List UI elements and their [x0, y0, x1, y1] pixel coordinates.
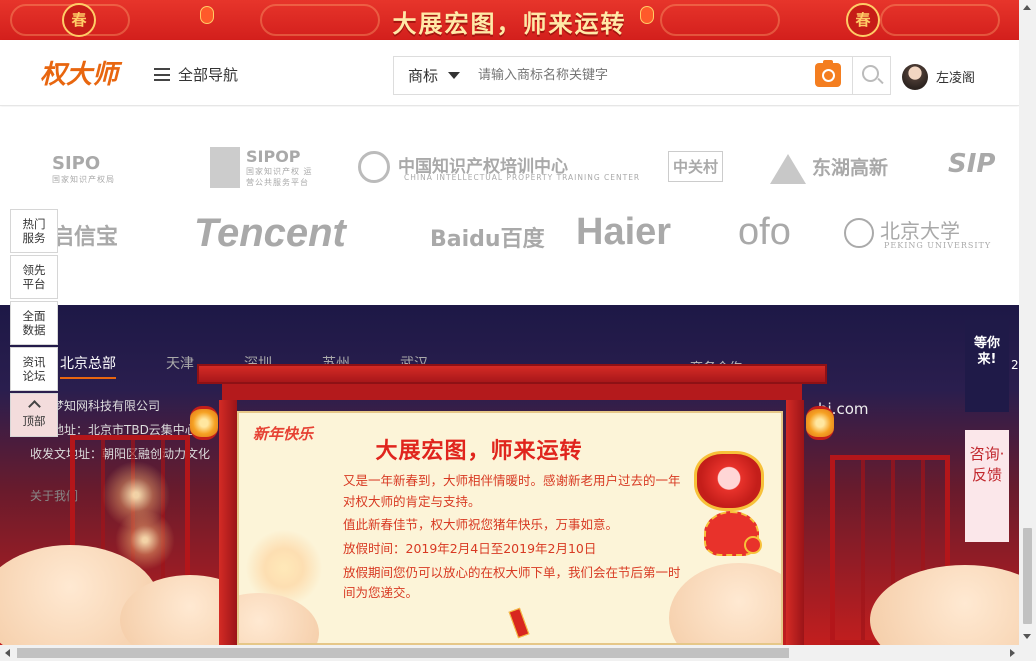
- popup-pillar-decoration: [219, 400, 237, 645]
- new-year-popup: 新年快乐 大展宏图，师来运转 又是一年新春到，大师相伴情暖时。感谢新老用户过去的…: [237, 411, 783, 645]
- banner-title: 大展宏图，师来运转: [392, 10, 627, 38]
- sidebar-item-full-data[interactable]: 全面数据: [10, 301, 58, 345]
- menu-icon: [154, 68, 170, 81]
- username[interactable]: 左凌阁: [936, 67, 975, 86]
- cloud-decoration: [669, 563, 781, 643]
- partner-logo[interactable]: SIPOP 国家知识产权 运营公共服务平台: [210, 147, 316, 188]
- popup-paragraph: 又是一年新春到，大师相伴情暖时。感谢新老用户过去的一年对权大师的肯定与支持。: [343, 473, 681, 509]
- chevron-up-icon: [27, 400, 41, 413]
- scroll-down-arrow-icon[interactable]: [1023, 634, 1031, 639]
- scroll-right-arrow-icon[interactable]: [1010, 649, 1015, 657]
- partner-logo[interactable]: ofo: [738, 211, 791, 254]
- partner-logo[interactable]: 中关村: [668, 151, 724, 182]
- partner-logo[interactable]: Baidu百度: [430, 221, 545, 253]
- popup-body: 又是一年新春到，大师相伴情暖时。感谢新老用户过去的一年对权大师的肯定与支持。 值…: [343, 471, 683, 607]
- training-center-emblem-icon: [358, 151, 390, 183]
- lantern-icon: [190, 406, 218, 440]
- popup-paragraph: 值此新春佳节，权大师祝您猪年快乐，万事如意。: [343, 517, 619, 533]
- consult-feedback-tab[interactable]: 咨询·反馈: [965, 430, 1009, 542]
- partner-logos: SIPO 国家知识产权局 SIPOP 国家知识产权 运营公共服务平台 中国知识产权培…: [0, 107, 1019, 305]
- left-float-sidebar: 热门服务 领先平台 全面数据 资讯论坛 顶部: [10, 209, 58, 437]
- popup-roof-decoration: [197, 364, 827, 384]
- partner-logo[interactable]: Haier: [576, 211, 671, 254]
- sidebar-item-hot-services[interactable]: 热门服务: [10, 209, 58, 253]
- user-avatar[interactable]: [902, 64, 928, 90]
- horizontal-scroll-thumb[interactable]: [17, 648, 789, 658]
- partner-logo[interactable]: SIPO 国家知识产权局: [52, 153, 115, 185]
- site-header: 权大师 全部导航 商标 左凌阁: [0, 40, 1019, 106]
- search-bar: 商标: [393, 56, 891, 95]
- camera-icon[interactable]: [815, 60, 841, 87]
- partner-logo[interactable]: 东湖高新: [770, 153, 888, 184]
- vertical-scroll-thumb[interactable]: [1023, 528, 1032, 624]
- lion-dance-illustration: [684, 441, 781, 571]
- side-counter: 2: [1011, 358, 1019, 372]
- university-emblem-icon: [844, 217, 874, 248]
- partner-logo[interactable]: SIP: [948, 149, 995, 179]
- top-promo-banner[interactable]: 春 春 大展宏图，师来运转: [0, 0, 1019, 40]
- popup-title: 大展宏图，师来运转: [375, 439, 583, 464]
- search-category-select[interactable]: 商标: [394, 65, 474, 86]
- back-to-top-label: 顶部: [22, 414, 46, 428]
- search-category-label: 商标: [408, 67, 439, 85]
- all-nav-button[interactable]: 全部导航: [154, 64, 238, 85]
- lantern-icon: [806, 406, 834, 440]
- popup-paragraph: 放假时间：2019年2月4日至2019年2月10日: [343, 540, 597, 556]
- partner-logo[interactable]: Tencent: [194, 211, 346, 256]
- popup-paragraph: 放假期间您仍可以放心的在权大师下单，我们会在节后第一时间为您递交。: [343, 564, 681, 601]
- partner-logo[interactable]: 启信宝: [52, 219, 118, 251]
- tab-beijing[interactable]: 北京总部: [60, 353, 116, 379]
- popup-roof-decoration: [222, 384, 802, 400]
- sidebar-item-news-forum[interactable]: 资讯论坛: [10, 347, 58, 391]
- tab-tianjin[interactable]: 天津: [166, 353, 194, 379]
- search-input[interactable]: [474, 57, 804, 94]
- triangle-icon: [770, 153, 806, 184]
- waiting-for-you-tab[interactable]: 等你来!: [965, 320, 1009, 412]
- all-nav-label: 全部导航: [178, 66, 239, 84]
- scroll-up-arrow-icon[interactable]: [1023, 5, 1031, 10]
- back-to-top-button[interactable]: 顶部: [10, 393, 58, 437]
- caret-down-icon: [448, 72, 461, 79]
- site-logo[interactable]: 权大师: [40, 54, 118, 91]
- firecracker-icon: [508, 607, 530, 639]
- sidebar-item-leading-platform[interactable]: 领先平台: [10, 255, 58, 299]
- company-name: 梦知网科技有限公司: [52, 399, 161, 413]
- search-button[interactable]: [852, 57, 890, 94]
- partner-logo[interactable]: 北京大学 PEKING UNIVERSITY: [844, 215, 990, 250]
- popup-pillar-decoration: [786, 400, 804, 645]
- horizontal-scrollbar[interactable]: [0, 645, 1036, 661]
- partner-logo[interactable]: 中国知识产权培训中心 CHINA INTELLECTUAL PROPERTY T…: [358, 151, 639, 183]
- scroll-left-arrow-icon[interactable]: [5, 649, 10, 657]
- vertical-scrollbar[interactable]: [1019, 0, 1036, 645]
